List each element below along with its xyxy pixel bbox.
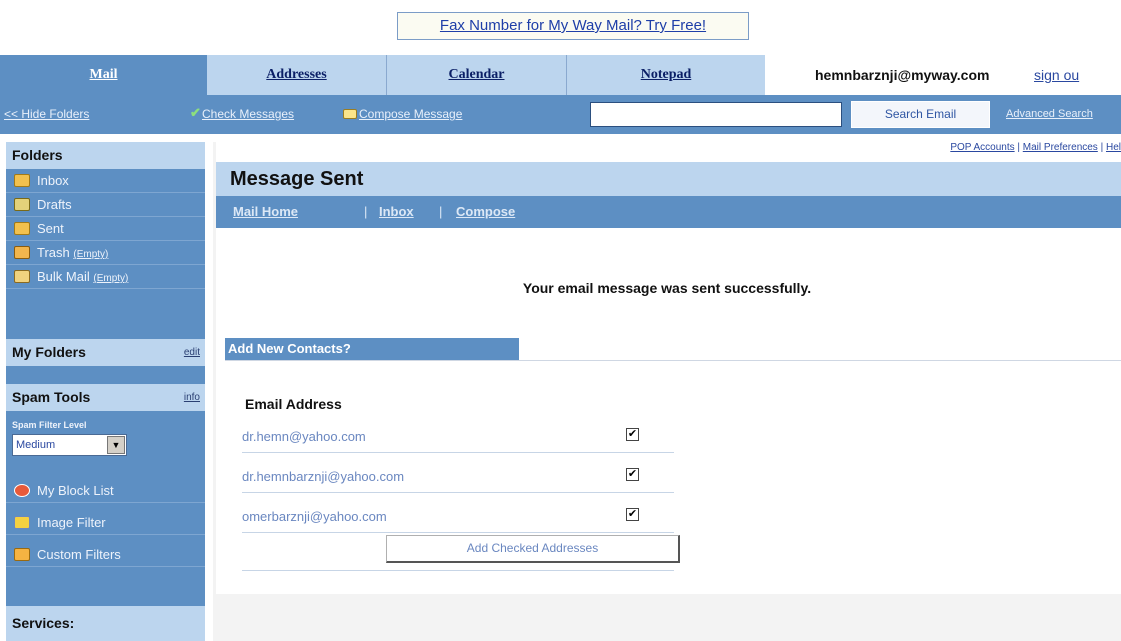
inbox-link[interactable]: Inbox — [379, 196, 414, 228]
user-email: hemnbarznji@myway.com — [815, 67, 990, 83]
tab-mail[interactable]: Mail — [0, 55, 207, 95]
page-title: Message Sent — [230, 168, 364, 190]
main-tab-bar: Mail Addresses Calendar Notepad hemnbarz… — [0, 55, 1121, 95]
tab-notepad[interactable]: Notepad — [567, 55, 765, 95]
sidebar-item-label-wrap: Bulk Mail (Empty) — [37, 265, 128, 291]
add-checked-addresses-button[interactable]: Add Checked Addresses — [386, 535, 680, 563]
contact-address: dr.hemnbarznji@yahoo.com — [242, 469, 405, 484]
sidebar-item-sent[interactable]: Sent — [6, 217, 205, 241]
block-list-icon — [14, 484, 30, 497]
top-links: POP Accounts | Mail Preferences | Hel — [950, 142, 1121, 153]
contact-address: omerbarznji@yahoo.com — [242, 509, 387, 524]
drafts-folder-icon — [14, 198, 30, 211]
sidebar-item-trash[interactable]: Trash (Empty) — [6, 241, 205, 265]
sidebar-item-label: Sent — [37, 221, 64, 236]
sidebar-item-label: Custom Filters — [37, 547, 121, 562]
spam-filter-select[interactable]: Medium ▼ — [12, 434, 127, 456]
advanced-search-link[interactable]: Advanced Search — [1006, 95, 1093, 134]
pop-accounts-link[interactable]: POP Accounts — [950, 142, 1014, 153]
inbox-folder-icon — [14, 174, 30, 187]
folders-sidebar: Folders Inbox Drafts Sent Trash (Empty) … — [0, 134, 207, 641]
sign-out-link[interactable]: sign ou — [1034, 55, 1079, 95]
custom-filters-icon — [14, 548, 30, 561]
tab-calendar[interactable]: Calendar — [387, 55, 567, 95]
spam-tools-heading: Spam Tools info — [6, 384, 205, 411]
sidebar-item-inbox[interactable]: Inbox — [6, 169, 205, 193]
contact-row: dr.hemn@yahoo.com ✔ — [242, 423, 674, 453]
compose-link[interactable]: Compose — [456, 196, 515, 228]
sidebar-item-label: Drafts — [37, 197, 72, 212]
contact-checkbox[interactable]: ✔ — [626, 508, 639, 521]
main-content: POP Accounts | Mail Preferences | Hel Me… — [213, 134, 1121, 641]
tab-addresses[interactable]: Addresses — [207, 55, 387, 95]
sidebar-item-label: Bulk Mail — [37, 269, 90, 284]
sidebar-item-block-list[interactable]: My Block List — [6, 479, 205, 503]
hide-folders-link[interactable]: << Hide Folders — [4, 95, 89, 134]
ad-banner-area: Fax Number for My Way Mail? Try Free! — [0, 0, 1121, 55]
contact-row: omerbarznji@yahoo.com ✔ — [242, 503, 674, 533]
mail-home-link[interactable]: Mail Home — [233, 196, 298, 228]
sub-nav: Mail Home | Inbox | Compose — [216, 196, 1121, 228]
bulk-folder-icon — [14, 270, 30, 283]
sidebar-item-bulk-mail[interactable]: Bulk Mail (Empty) — [6, 265, 205, 289]
folders-heading: Folders — [6, 142, 205, 169]
check-messages-link[interactable]: Check Messages — [202, 95, 294, 134]
mail-window: Fax Number for My Way Mail? Try Free! Ma… — [0, 0, 1121, 641]
spam-filter-value: Medium — [16, 439, 56, 451]
compose-message-link[interactable]: Compose Message — [359, 95, 462, 134]
search-email-button[interactable]: Search Email — [851, 101, 990, 128]
contact-checkbox[interactable]: ✔ — [626, 468, 639, 481]
empty-bulk-link[interactable]: (Empty) — [93, 273, 128, 284]
spam-filter-level-label: Spam Filter Level — [12, 420, 87, 430]
empty-trash-link[interactable]: (Empty) — [73, 249, 108, 260]
sidebar-item-label: My Block List — [37, 483, 114, 498]
image-filter-icon — [14, 516, 30, 529]
edit-folders-link[interactable]: edit — [184, 339, 200, 366]
separator: | — [364, 204, 368, 219]
sidebar-item-label: Inbox — [37, 173, 69, 188]
sidebar-item-label-wrap: Trash (Empty) — [37, 241, 108, 267]
my-folders-label: My Folders — [12, 344, 86, 360]
spam-tools-label: Spam Tools — [12, 389, 91, 405]
sidebar-item-drafts[interactable]: Drafts — [6, 193, 205, 217]
separator: | — [439, 204, 443, 219]
search-input[interactable] — [590, 102, 842, 127]
check-mark-icon: ✔ — [190, 105, 201, 120]
my-folders-heading: My Folders edit — [6, 339, 205, 366]
spam-info-link[interactable]: info — [184, 384, 200, 411]
success-message: Your email message was sent successfully… — [522, 280, 812, 296]
sidebar-item-label: Trash — [37, 245, 70, 260]
chevron-down-icon[interactable]: ▼ — [107, 436, 125, 454]
contact-address: dr.hemn@yahoo.com — [242, 429, 366, 444]
add-contacts-heading: Add New Contacts? — [225, 338, 519, 360]
action-bar: << Hide Folders ✔ Check Messages Compose… — [0, 95, 1121, 134]
trash-folder-icon — [14, 246, 30, 259]
email-address-header: Email Address — [245, 396, 342, 412]
title-bar: Message Sent — [216, 162, 1121, 196]
divider — [242, 570, 674, 571]
contact-checkbox[interactable]: ✔ — [626, 428, 639, 441]
ad-banner-link[interactable]: Fax Number for My Way Mail? Try Free! — [397, 12, 749, 40]
add-contacts-panel: Email Address dr.hemn@yahoo.com ✔ dr.hem… — [225, 360, 1121, 584]
help-link[interactable]: Hel — [1106, 142, 1121, 153]
sidebar-item-image-filter[interactable]: Image Filter — [6, 511, 205, 535]
contact-row: dr.hemnbarznji@yahoo.com ✔ — [242, 463, 674, 493]
services-heading: Services: — [6, 606, 205, 641]
envelope-icon — [343, 109, 357, 119]
mail-preferences-link[interactable]: Mail Preferences — [1023, 142, 1098, 153]
sent-folder-icon — [14, 222, 30, 235]
sidebar-item-label: Image Filter — [37, 515, 106, 530]
sidebar-item-custom-filters[interactable]: Custom Filters — [6, 543, 205, 567]
